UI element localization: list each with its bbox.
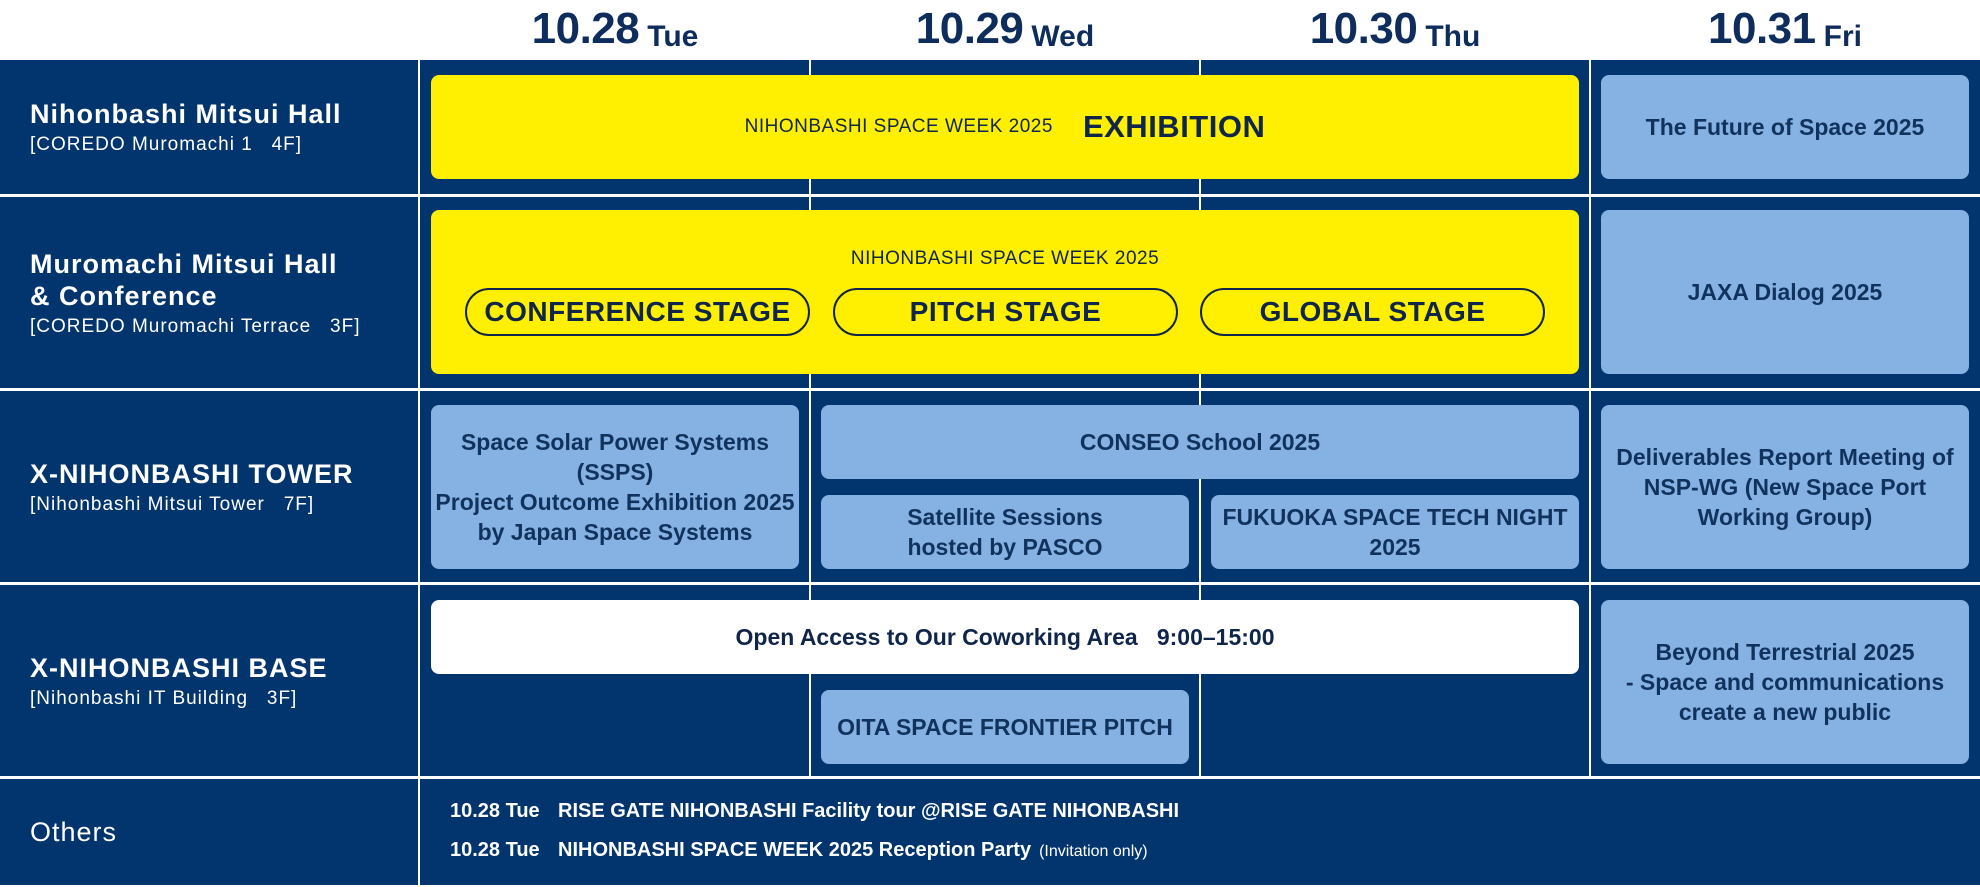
others-item[interactable]: 10.28 Tue RISE GATE NIHONBASHI Facility … — [450, 800, 1179, 823]
others-text: RISE GATE NIHONBASHI Facility tour @RISE… — [558, 800, 1180, 822]
others-date: 10.28 Tue — [450, 800, 540, 822]
day-date: 10.28 — [531, 4, 640, 53]
venue-location: [COREDO Muromachi Terrace 3F] — [30, 315, 361, 337]
day-weekday: Thu — [1425, 20, 1481, 53]
event-title: Open Access to Our Coworking Area 9:00–1… — [735, 623, 1275, 650]
others-item[interactable]: 10.28 Tue NIHONBASHI SPACE WEEK 2025 Rec… — [450, 839, 1148, 862]
event-conseo-school[interactable]: CONSEO School 2025 — [821, 405, 1579, 479]
day-header-1028: 10.28 Tue — [420, 0, 810, 60]
venue-nihonbashi-mitsui-hall: Nihonbashi Mitsui Hall [COREDO Muromachi… — [0, 60, 418, 194]
event-title: CONSEO School 2025 — [1079, 429, 1321, 455]
venue-muromachi-mitsui-hall: Muromachi Mitsui Hall & Conference [CORE… — [0, 197, 418, 388]
column-divider — [1589, 60, 1591, 776]
column-divider — [418, 60, 420, 885]
others-date: 10.28 Tue — [450, 839, 540, 861]
venue-location: [Nihonbashi IT Building 3F] — [30, 687, 298, 709]
others-label: Others — [30, 816, 118, 847]
day-weekday: Wed — [1031, 20, 1095, 53]
day-header-1030: 10.30 Thu — [1200, 0, 1590, 60]
event-satellite-sessions[interactable]: Satellite Sessions hosted by PASCO — [821, 495, 1189, 569]
pitch-stage-button[interactable]: PITCH STAGE — [833, 288, 1178, 336]
conference-stage-button[interactable]: CONFERENCE STAGE — [465, 288, 810, 336]
event-exhibition[interactable]: NIHONBASHI SPACE WEEK 2025 EXHIBITION — [431, 75, 1579, 179]
day-weekday: Tue — [647, 20, 699, 53]
day-date: 10.30 — [1309, 4, 1418, 53]
venue-name: Muromachi Mitsui Hall & Conference — [30, 248, 338, 311]
event-ssps[interactable]: Space Solar Power Systems (SSPS) Project… — [431, 405, 799, 569]
venue-name: X-NIHONBASHI BASE — [30, 652, 328, 683]
event-title: JAXA Dialog 2025 — [1687, 279, 1883, 305]
venue-location: [Nihonbashi Mitsui Tower 7F] — [30, 493, 315, 515]
event-series-label: NIHONBASHI SPACE WEEK 2025 — [744, 116, 1053, 137]
venue-others: Others — [0, 779, 418, 885]
event-title: Beyond Terrestrial 2025 - Space and comm… — [1625, 639, 1945, 725]
global-stage-button[interactable]: GLOBAL STAGE — [1200, 288, 1545, 336]
venue-location: [COREDO Muromachi 1 4F] — [30, 134, 303, 155]
event-series-label: NIHONBASHI SPACE WEEK 2025 — [850, 248, 1160, 269]
venue-x-nihonbashi-tower: X-NIHONBASHI TOWER [Nihonbashi Mitsui To… — [0, 391, 418, 582]
event-title: Satellite Sessions hosted by PASCO — [907, 504, 1103, 560]
others-note: (Invitation only) — [1039, 843, 1148, 860]
event-future-of-space[interactable]: The Future of Space 2025 — [1601, 75, 1969, 179]
event-beyond-terrestrial[interactable]: Beyond Terrestrial 2025 - Space and comm… — [1601, 600, 1969, 764]
event-title: FUKUOKA SPACE TECH NIGHT 2025 — [1222, 504, 1568, 560]
event-fukuoka-space-tech-night[interactable]: FUKUOKA SPACE TECH NIGHT 2025 — [1211, 495, 1579, 569]
day-date: 10.29 — [915, 4, 1024, 53]
event-coworking-open-access[interactable]: Open Access to Our Coworking Area 9:00–1… — [431, 600, 1579, 674]
event-title: EXHIBITION — [1082, 109, 1266, 144]
event-deliverables-report[interactable]: Deliverables Report Meeting of NSP-WG (N… — [1601, 405, 1969, 569]
event-title: Space Solar Power Systems (SSPS) Project… — [435, 429, 795, 545]
venue-name: X-NIHONBASHI TOWER — [30, 458, 354, 489]
day-header-1029: 10.29 Wed — [810, 0, 1200, 60]
venue-x-nihonbashi-base: X-NIHONBASHI BASE [Nihonbashi IT Buildin… — [0, 585, 418, 776]
venue-name: Nihonbashi Mitsui Hall — [30, 99, 342, 129]
day-date: 10.31 — [1708, 4, 1816, 53]
day-weekday: Fri — [1823, 20, 1862, 53]
event-title: The Future of Space 2025 — [1645, 114, 1925, 140]
event-jaxa-dialog[interactable]: JAXA Dialog 2025 — [1601, 210, 1969, 374]
event-title: OITA SPACE FRONTIER PITCH — [837, 714, 1173, 740]
others-text: NIHONBASHI SPACE WEEK 2025 Reception Par… — [558, 839, 1032, 861]
event-title: Deliverables Report Meeting of NSP-WG (N… — [1616, 444, 1954, 530]
event-oita-space-frontier-pitch[interactable]: OITA SPACE FRONTIER PITCH — [821, 690, 1189, 764]
day-header-1031: 10.31 Fri — [1590, 0, 1980, 60]
